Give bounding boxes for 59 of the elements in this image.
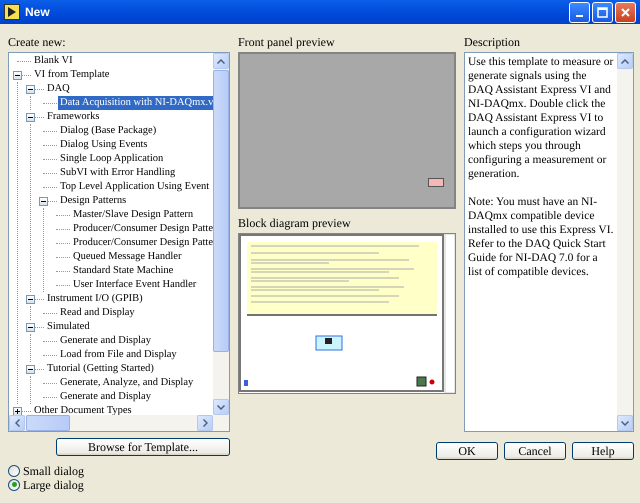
tree-item[interactable]: Generate, Analyze, and Display (58, 376, 196, 390)
tree-item[interactable]: Data Acquisition with NI-DAQmx.v (58, 96, 213, 110)
tree-item[interactable]: Standard State Machine (71, 264, 176, 278)
tree-item[interactable]: Master/Slave Design Pattern (71, 208, 196, 222)
radio-button[interactable] (8, 464, 20, 476)
front-panel-label: Front panel preview (238, 34, 336, 50)
minimize-button[interactable] (569, 2, 590, 22)
collapse-icon[interactable] (26, 295, 35, 304)
description-text: Use this template to measure or generate signals using the DAQ Assistant Express VI and NI-DAQmx. Double click the DAQ Assistant Express VI to launch a configuration wizard which steps you through configuring a measurement or generation. (468, 55, 614, 181)
app-icon (4, 4, 20, 20)
tree-item[interactable]: Read and Display (58, 306, 137, 320)
collapse-icon[interactable] (26, 85, 35, 94)
tree-item[interactable]: Producer/Consumer Design Patte (71, 222, 213, 236)
tree-item[interactable]: SubVI with Error Handling (58, 166, 178, 180)
tree-item[interactable]: Simulated (45, 320, 92, 334)
tree-item[interactable]: Queued Message Handler (71, 250, 184, 264)
help-button[interactable]: Help (572, 442, 634, 460)
expand-icon[interactable] (13, 407, 22, 415)
maximize-button[interactable] (592, 2, 613, 22)
tree-item[interactable]: Dialog (Base Package) (58, 124, 158, 138)
description-label: Description (464, 34, 521, 50)
close-icon (620, 6, 631, 18)
collapse-icon[interactable] (13, 71, 22, 80)
cancel-button[interactable]: Cancel (504, 442, 566, 460)
collapse-icon[interactable] (26, 365, 35, 374)
window-title: New (25, 4, 51, 21)
tree-item[interactable]: Top Level Application Using Event (58, 180, 212, 194)
minimize-icon (576, 15, 583, 17)
close-button[interactable] (615, 2, 636, 22)
tree-item[interactable]: Tutorial (Getting Started) (45, 362, 156, 376)
tree-item[interactable]: Single Loop Application (58, 152, 166, 166)
tree-item[interactable]: Producer/Consumer Design Patte (71, 236, 213, 250)
description-text: Note: You must have an NI-DAQmx compatible device installed to use this Express VI. Refer to the DAQ Quick Start Guide for NI-DAQ 7.0 for a list of compatible devices. (468, 195, 614, 279)
tree-item[interactable]: Instrument I/O (GPIB) (45, 292, 145, 306)
tree-item[interactable]: Load from File and Display (58, 348, 179, 362)
block-diagram-label: Block diagram preview (238, 215, 352, 231)
browse-button[interactable]: Browse for Template... (56, 438, 230, 456)
tree-item[interactable]: Generate and Display (58, 390, 153, 404)
radio-button[interactable] (8, 478, 20, 490)
radio-label[interactable]: Small dialog (23, 462, 84, 480)
ok-button[interactable]: OK (436, 442, 498, 460)
button-drawing (428, 178, 444, 187)
maximize-icon (597, 6, 608, 18)
tree-item[interactable]: Frameworks (45, 110, 102, 124)
tree-item[interactable]: Dialog Using Events (58, 138, 150, 152)
tree-item[interactable]: Other Document Types (32, 404, 134, 415)
tree-item[interactable]: Blank VI (32, 54, 75, 68)
collapse-icon[interactable] (26, 113, 35, 122)
tree-item[interactable]: VI from Template (32, 68, 112, 82)
tree-item[interactable]: Generate and Display (58, 334, 153, 348)
vertical-scrollbar[interactable] (617, 53, 633, 431)
collapse-icon[interactable] (39, 197, 48, 206)
collapse-icon[interactable] (26, 323, 35, 332)
tree-item[interactable]: DAQ (45, 82, 72, 96)
create-new-label: Create new: (8, 34, 67, 50)
horizontal-scrollbar[interactable] (9, 415, 229, 431)
tree-item[interactable]: Design Patterns (58, 194, 128, 208)
tree-item[interactable]: User Interface Event Handler (71, 278, 198, 292)
vertical-scrollbar[interactable] (213, 53, 229, 415)
